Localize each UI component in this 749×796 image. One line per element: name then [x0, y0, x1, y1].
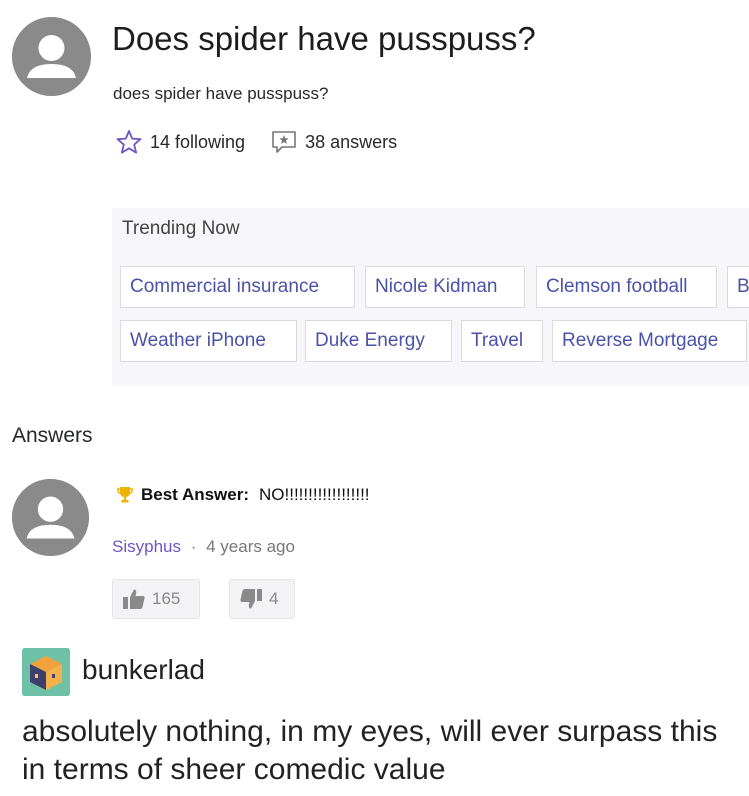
trending-chip[interactable]: Nicole Kidman — [365, 266, 525, 308]
thumbs-up-icon — [123, 589, 145, 609]
answers-link[interactable]: 38 answers — [271, 130, 397, 154]
trending-chip[interactable]: Clemson football — [536, 266, 717, 308]
best-answer-text: NO!!!!!!!!!!!!!!!!!! — [259, 485, 370, 504]
post-username[interactable]: bunkerlad — [82, 654, 205, 686]
separator: · — [190, 537, 197, 556]
follow-button[interactable]: 14 following — [116, 129, 245, 155]
post-comment: absolutely nothing, in my eyes, will eve… — [22, 715, 718, 786]
trending-chip[interactable]: Travel — [461, 320, 543, 362]
answers-count: 38 answers — [305, 131, 398, 152]
like-button[interactable]: 165 — [112, 579, 200, 619]
following-count: 14 following — [150, 131, 246, 152]
trending-chip[interactable]: B — [727, 266, 749, 308]
like-count: 165 — [152, 589, 181, 608]
question-meta: 14 following 38 answers — [116, 129, 397, 155]
best-answer-label: Best Answer: — [141, 485, 250, 504]
trending-title: Trending Now — [122, 218, 240, 239]
trending-chip[interactable]: Reverse Mortgage — [552, 320, 747, 362]
trophy-icon — [117, 487, 133, 503]
dislike-button[interactable]: 4 — [229, 579, 295, 619]
question-author-avatar-icon — [12, 17, 91, 96]
answer-author-avatar-icon — [12, 479, 89, 556]
question-title: Does spider have pusspuss? — [112, 20, 536, 57]
trending-chip[interactable]: Weather iPhone — [120, 320, 297, 362]
trending-chip[interactable]: Duke Energy — [305, 320, 452, 362]
trending-panel: Trending Now Commercial insurance Nicole… — [112, 208, 749, 386]
answer-age: 4 years ago — [206, 537, 295, 556]
thumbs-down-icon — [240, 589, 262, 609]
answer-author-line: Sisyphus · 4 years ago — [112, 537, 295, 557]
answer-bubble-icon — [272, 131, 296, 153]
dislike-count: 4 — [269, 589, 279, 608]
question-body: does spider have pusspuss? — [113, 84, 329, 103]
cube-avatar-icon[interactable] — [22, 648, 70, 696]
best-answer: Best Answer: NO!!!!!!!!!!!!!!!!!! — [117, 485, 370, 505]
answer-author-link[interactable]: Sisyphus — [112, 537, 181, 556]
star-outline-icon — [116, 130, 142, 154]
answers-heading: Answers — [12, 424, 93, 447]
trending-chip[interactable]: Commercial insurance — [120, 266, 355, 308]
